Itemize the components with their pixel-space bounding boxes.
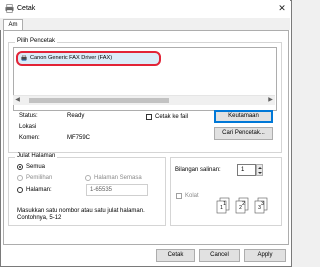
printer-item-canon-fax[interactable]: Canon Generic FAX Driver (FAX) bbox=[16, 51, 161, 66]
collate-glyph: 2 bbox=[242, 201, 245, 207]
copies-spinner[interactable] bbox=[256, 164, 263, 176]
collate-glyph: 1 bbox=[220, 205, 223, 211]
printer-item-label: Canon Generic FAX Driver (FAX) bbox=[30, 55, 113, 61]
collate-label: Kolat bbox=[185, 193, 199, 199]
apply-button[interactable]: Apply bbox=[244, 249, 286, 262]
arrow-right-icon[interactable]: ▶ bbox=[266, 96, 275, 105]
page-range-pages-label: Halaman: bbox=[26, 187, 52, 193]
collate-pages-icon: 1 1 2 2 3 3 bbox=[216, 197, 268, 214]
pages-input[interactable]: 1-65535 bbox=[86, 184, 148, 196]
select-printer-group-label: Pilih Pencetak bbox=[15, 38, 58, 44]
title-bar: Cetak ✕ bbox=[0, 0, 290, 18]
page-range-current-radio bbox=[85, 175, 91, 181]
printer-list-scrollbar[interactable]: ◀ ▶ bbox=[13, 95, 275, 105]
page-range-current-label: Halaman Semasa bbox=[94, 175, 142, 181]
collate-glyph: 3 bbox=[258, 205, 261, 211]
collate-glyph: 2 bbox=[239, 205, 242, 211]
page-range-all-label: Semua bbox=[26, 164, 46, 170]
page-range-pages-radio[interactable] bbox=[17, 187, 23, 193]
page-range-all-radio[interactable] bbox=[17, 164, 23, 170]
print-button[interactable]: Cetak bbox=[156, 249, 195, 262]
comment-label: Komen: bbox=[19, 135, 40, 141]
arrow-left-icon[interactable]: ◀ bbox=[13, 96, 22, 105]
window-title: Cetak bbox=[17, 5, 36, 12]
cancel-button[interactable]: Cancel bbox=[199, 249, 240, 262]
fax-printer-icon bbox=[21, 55, 27, 61]
page-range-selection-radio bbox=[17, 175, 23, 181]
comment-value: MF759C bbox=[67, 135, 91, 141]
collate-glyph: 3 bbox=[261, 201, 264, 207]
location-label: Lokasi bbox=[19, 124, 37, 130]
find-printer-button[interactable]: Cari Pencetak... bbox=[214, 127, 273, 140]
close-icon[interactable]: ✕ bbox=[277, 3, 287, 13]
spin-down-icon[interactable] bbox=[258, 171, 262, 175]
spin-up-icon[interactable] bbox=[258, 166, 262, 170]
preferences-button[interactable]: Keutamaan bbox=[214, 110, 273, 123]
tab-strip bbox=[0, 18, 290, 30]
status-value: Ready bbox=[67, 113, 85, 119]
status-label: Status: bbox=[19, 113, 38, 119]
page-range-hint: Masukkan satu nombor atau satu julat hal… bbox=[17, 208, 145, 221]
page-range-group-label: Julat Halaman bbox=[15, 153, 58, 159]
printer-icon bbox=[5, 4, 14, 13]
page-range-selection-label: Pemilihan bbox=[26, 175, 53, 181]
collate-checkbox[interactable] bbox=[176, 193, 182, 199]
scrollbar-thumb[interactable] bbox=[29, 98, 169, 103]
print-to-file-checkbox[interactable] bbox=[146, 114, 152, 120]
collate-glyph: 1 bbox=[223, 201, 226, 207]
copies-input[interactable]: 1 bbox=[237, 164, 256, 176]
copies-label: Bilangan salinan: bbox=[175, 167, 221, 173]
print-to-file-label: Cetak ke fail bbox=[155, 114, 189, 120]
